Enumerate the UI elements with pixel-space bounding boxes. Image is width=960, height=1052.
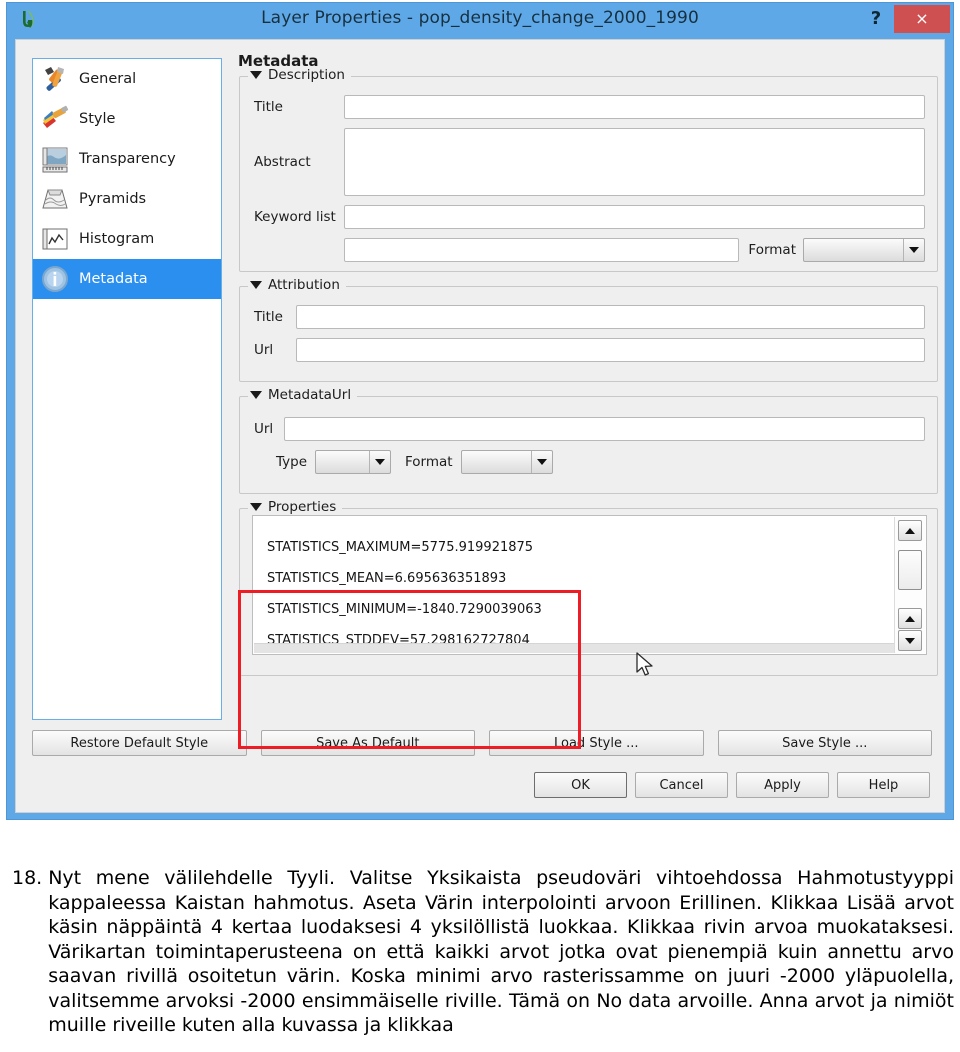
description-group-label: Description	[268, 67, 345, 83]
description-keyword-row: Keyword list	[254, 205, 925, 229]
metadata-url-type-value	[316, 451, 369, 473]
metadata-url-type-select[interactable]	[315, 450, 392, 474]
sidebar-item-pyramids[interactable]: Pyramids	[33, 179, 221, 219]
metadata-url-format-value	[462, 451, 531, 473]
scroll-up-button-secondary[interactable]	[898, 608, 922, 629]
help-button[interactable]: Help	[837, 772, 930, 798]
hammer-wrench-icon	[39, 63, 71, 95]
sidebar-item-label: Style	[79, 111, 116, 127]
pyramids-icon	[39, 183, 71, 215]
sidebar-item-histogram[interactable]: Histogram	[33, 219, 221, 259]
description-keyword-label: Keyword list	[254, 209, 336, 225]
metadata-url-group: MetadataUrl Url Type Format	[239, 387, 938, 494]
properties-group: Properties STATISTICS_MAXIMUM=5775.91992…	[239, 499, 938, 676]
chevron-down-icon[interactable]	[369, 451, 390, 473]
chevron-down-icon[interactable]	[250, 71, 262, 79]
properties-category-list[interactable]: General Style Transparency Pyramids Hist…	[32, 58, 222, 720]
description-title-row: Title	[254, 95, 925, 119]
titlebar-help-button[interactable]: ?	[861, 5, 891, 33]
cancel-button[interactable]: Cancel	[635, 772, 728, 798]
metadata-url-group-label: MetadataUrl	[268, 387, 352, 403]
description-format-select[interactable]	[803, 238, 925, 262]
metadata-url-label: Url	[254, 421, 274, 437]
description-title-label: Title	[254, 99, 283, 115]
sidebar-item-label: Pyramids	[79, 191, 147, 207]
ok-button[interactable]: OK	[534, 772, 627, 798]
description-extra-input[interactable]	[344, 238, 740, 262]
chevron-down-icon[interactable]	[903, 239, 924, 261]
metadata-url-type-label: Type	[276, 454, 308, 470]
save-style-button[interactable]: Save Style ...	[717, 730, 932, 756]
histogram-icon	[39, 223, 71, 255]
dialog-body: General Style Transparency Pyramids Hist…	[15, 39, 945, 813]
title-bar[interactable]: Layer Properties - pop_density_change_20…	[7, 3, 953, 36]
description-format-row: Format	[254, 238, 925, 262]
description-abstract-label: Abstract	[254, 154, 311, 170]
properties-vertical-scrollbar[interactable]	[894, 517, 925, 653]
save-as-default-button[interactable]: Save As Default	[260, 730, 475, 756]
sidebar-item-general[interactable]: General	[33, 59, 221, 99]
metadata-url-format-select[interactable]	[460, 450, 553, 474]
metadata-url-type-format-row: Type Format	[254, 450, 925, 474]
metadata-url-input[interactable]	[284, 417, 925, 441]
chevron-down-icon[interactable]	[250, 281, 262, 289]
attribution-group: Attribution Title Url	[239, 277, 938, 382]
scroll-down-button[interactable]	[898, 630, 922, 651]
sidebar-item-metadata[interactable]: Metadata	[33, 259, 221, 299]
description-format-label: Format	[748, 242, 796, 258]
properties-group-header[interactable]: Properties	[248, 499, 343, 515]
sidebar-item-label: Transparency	[79, 151, 176, 167]
sidebar-item-label: Histogram	[79, 231, 155, 247]
description-format-value	[804, 239, 903, 261]
chevron-down-icon[interactable]	[250, 391, 262, 399]
paintbrush-icon	[39, 103, 71, 135]
attribution-url-row: Url	[254, 338, 925, 362]
style-button-row: Restore Default Style Save As Default Lo…	[32, 730, 932, 756]
dialog-button-row: OK Cancel Apply Help	[534, 772, 930, 798]
description-keyword-input[interactable]	[344, 205, 925, 229]
sidebar-item-label: Metadata	[79, 271, 148, 287]
description-title-input[interactable]	[344, 95, 925, 119]
window-title: Layer Properties - pop_density_change_20…	[261, 8, 699, 28]
attribution-title-row: Title	[254, 305, 925, 329]
attribution-group-header[interactable]: Attribution	[248, 277, 346, 293]
properties-text-area[interactable]: STATISTICS_MAXIMUM=5775.919921875 STATIS…	[252, 515, 927, 655]
attribution-title-label: Title	[254, 309, 283, 325]
caption-number: 18.	[12, 867, 43, 889]
chevron-down-icon[interactable]	[530, 451, 552, 473]
description-group-header[interactable]: Description	[248, 67, 351, 83]
description-group: Description Title Abstract Keyword list	[239, 67, 938, 272]
layer-properties-dialog: Layer Properties - pop_density_change_20…	[6, 2, 954, 820]
info-circle-icon	[39, 263, 71, 295]
metadata-url-group-header[interactable]: MetadataUrl	[248, 387, 358, 403]
metadata-url-row: Url	[254, 417, 925, 441]
caption-text: Nyt mene välilehdelle Tyyli. Valitse Yks…	[48, 867, 954, 1036]
attribution-url-input[interactable]	[296, 338, 925, 362]
load-style-button[interactable]: Load Style ...	[489, 730, 704, 756]
metadata-url-format-label: Format	[405, 454, 453, 470]
caption: 18. Nyt mene välilehdelle Tyyli. Valitse…	[0, 866, 960, 1038]
sidebar-item-transparency[interactable]: Transparency	[33, 139, 221, 179]
apply-button[interactable]: Apply	[736, 772, 829, 798]
chevron-down-icon[interactable]	[250, 503, 262, 511]
scrollbar-thumb[interactable]	[898, 550, 922, 590]
properties-group-label: Properties	[268, 499, 337, 515]
description-abstract-row: Abstract	[254, 128, 925, 196]
attribution-url-label: Url	[254, 342, 274, 358]
attribution-title-input[interactable]	[296, 305, 925, 329]
scroll-up-button[interactable]	[898, 520, 922, 541]
description-abstract-input[interactable]	[344, 128, 925, 196]
sidebar-item-style[interactable]: Style	[33, 99, 221, 139]
attribution-group-label: Attribution	[268, 277, 340, 293]
properties-statistics-text: STATISTICS_MAXIMUM=5775.919921875 STATIS…	[267, 540, 542, 648]
transparency-icon	[39, 143, 71, 175]
restore-default-style-button[interactable]: Restore Default Style	[32, 730, 247, 756]
close-icon[interactable]: ×	[894, 5, 950, 33]
properties-horizontal-scrollbar[interactable]	[254, 643, 894, 653]
metadata-panel: Metadata Description Title Abstract Keyw…	[231, 52, 938, 752]
sidebar-item-label: General	[79, 71, 137, 87]
